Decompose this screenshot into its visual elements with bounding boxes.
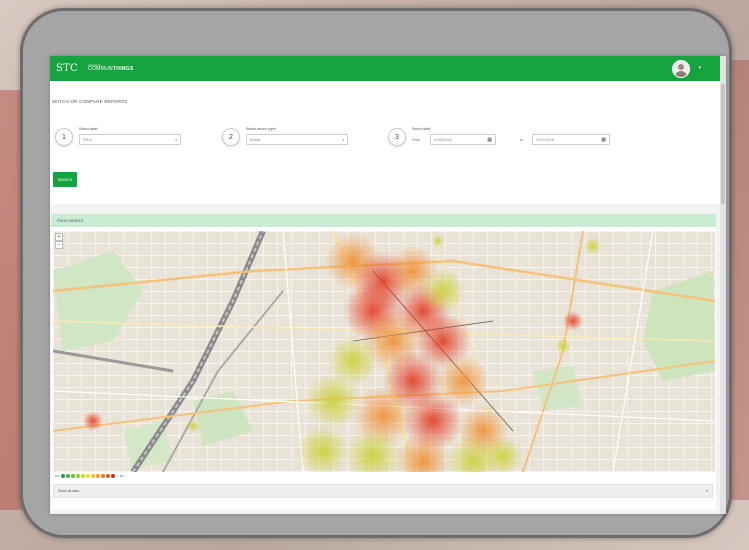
legend-color-scale <box>60 474 116 478</box>
top-navbar: STC powered by COMMUNTHINGS ▾ <box>50 56 720 81</box>
legend-dot-6 <box>91 474 96 478</box>
legend-dot-7 <box>96 474 101 478</box>
legend-low-label: 0-5 <box>55 474 60 478</box>
step-number: 1 <box>55 128 73 146</box>
background-right-strip <box>729 60 749 500</box>
show-all-data-label: Show all data <box>58 489 80 493</box>
user-avatar[interactable] <box>672 60 690 78</box>
calendar-icon[interactable]: ▦ <box>601 137 606 143</box>
step-select-date: 3 Select date* From 01/05/2018 ▦ to 17/1… <box>388 127 610 146</box>
date-from-label: From <box>412 137 421 142</box>
show-all-data-select[interactable]: Show all data ▾ <box>53 484 713 498</box>
legend-dot-9 <box>106 474 111 478</box>
step-number: 3 <box>388 128 406 146</box>
step-label: Select data* <box>79 127 98 131</box>
step-select-data: 1 Select data* PM10 ▾ <box>55 127 181 146</box>
chevron-down-icon: ▾ <box>706 489 708 493</box>
heatmap-legend: 0-5 > 60 <box>55 474 123 478</box>
app-screen: STC powered by COMMUNTHINGS ▾ WATCH OR C… <box>50 56 726 514</box>
date-to-label: to <box>520 137 523 142</box>
city-map-svg <box>53 231 715 472</box>
date-from-input[interactable]: 01/05/2018 ▦ <box>430 134 496 145</box>
stc-logo[interactable]: STC <box>56 63 78 74</box>
background-left-strip <box>0 90 22 510</box>
communthings-brand: powered by COMMUNTHINGS <box>88 63 134 73</box>
chevron-down-icon: ▾ <box>175 137 177 142</box>
brand-tagline: powered by <box>88 63 102 67</box>
step-label: Select sensor type* <box>246 127 277 131</box>
legend-high-label: > 60 <box>117 474 124 478</box>
user-menu-caret-icon[interactable]: ▾ <box>698 65 701 71</box>
zoom-out-button[interactable]: − <box>55 241 63 249</box>
map-card-header: PM10 MOBILE <box>51 214 716 227</box>
legend-dot-10 <box>111 474 116 478</box>
sensor-type-value: Mobile <box>250 137 261 142</box>
brand-name: COMMUNTHINGS <box>88 67 134 72</box>
sensor-type-select[interactable]: Mobile ▾ <box>246 134 348 145</box>
legend-dot-3 <box>76 474 81 478</box>
date-from-value: 01/05/2018 <box>434 137 452 142</box>
page-title: WATCH OR COMPARE REPORTS <box>52 99 128 104</box>
data-select-value: PM10 <box>83 137 93 142</box>
date-to-input[interactable]: 17/10/2018 ▦ <box>532 134 610 145</box>
legend-dot-4 <box>81 474 86 478</box>
date-to-value: 17/10/2018 <box>536 137 554 142</box>
chevron-down-icon: ▾ <box>342 137 344 142</box>
step-number: 2 <box>222 128 240 146</box>
legend-dot-1 <box>66 474 71 478</box>
zoom-in-button[interactable]: + <box>55 233 63 241</box>
pollution-heatmap[interactable]: + − <box>53 231 715 472</box>
step-select-sensor: 2 Select sensor type* Mobile ▾ <box>222 127 348 146</box>
legend-dot-8 <box>101 474 106 478</box>
search-button[interactable]: SEARCH <box>53 172 77 187</box>
legend-dot-2 <box>71 474 76 478</box>
calendar-icon[interactable]: ▦ <box>487 137 492 143</box>
page-scrollbar[interactable] <box>720 56 726 514</box>
scrollbar-thumb[interactable] <box>721 84 725 204</box>
map-card: PM10 MOBILE + − 0-5 > 60 Show all data ▾ <box>51 214 716 510</box>
legend-dot-0 <box>61 474 66 478</box>
map-zoom-control: + − <box>55 233 63 249</box>
legend-dot-5 <box>86 474 91 478</box>
data-select[interactable]: PM10 ▾ <box>79 134 181 145</box>
step-label: Select date* <box>412 127 431 131</box>
